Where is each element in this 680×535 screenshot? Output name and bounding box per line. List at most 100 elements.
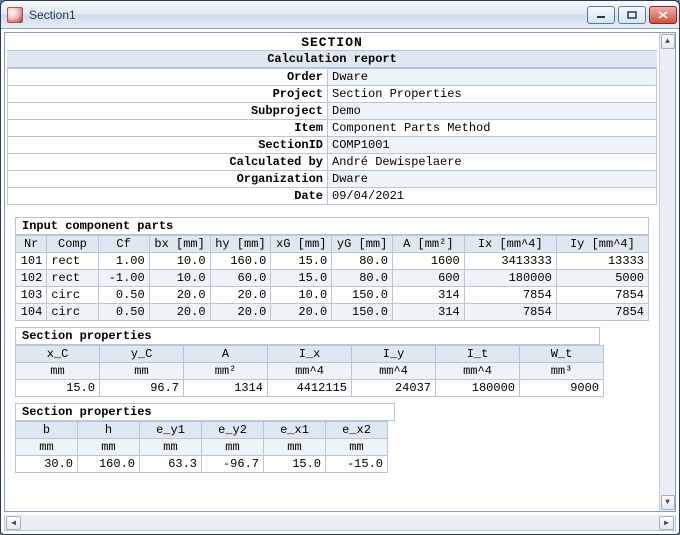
column-header: Ix [mm^4] (464, 236, 556, 253)
cell: mm (16, 439, 78, 456)
meta-label: Project (8, 86, 328, 103)
maximize-button[interactable] (618, 6, 646, 24)
cell: 180000 (436, 380, 520, 397)
cell: 180000 (464, 270, 556, 287)
cell: mm (326, 439, 388, 456)
cell: mm (16, 363, 100, 380)
vertical-scrollbar[interactable]: ▲ ▼ (659, 33, 675, 511)
horizontal-scrollbar[interactable]: ◀ ▶ (4, 515, 676, 531)
column-header: Comp (47, 236, 98, 253)
cell: 15.0 (264, 456, 326, 473)
cell: 1600 (393, 253, 465, 270)
cell: mm^4 (268, 363, 352, 380)
column-header: Cf (98, 236, 149, 253)
cell: mm² (184, 363, 268, 380)
cell: 0.50 (98, 304, 149, 321)
meta-value: Component Parts Method (328, 120, 657, 137)
cell: 10.0 (149, 270, 210, 287)
cell: 0.50 (98, 287, 149, 304)
meta-label: Date (8, 188, 328, 205)
scroll-up-button[interactable]: ▲ (661, 34, 675, 49)
cell: 9000 (520, 380, 604, 397)
cell: 96.7 (100, 380, 184, 397)
close-button[interactable] (649, 6, 677, 24)
column-header: A (184, 346, 268, 363)
cell: 15.0 (271, 253, 332, 270)
column-header: A [mm²] (393, 236, 465, 253)
cell: mm (100, 363, 184, 380)
meta-value: Dware (328, 171, 657, 188)
props2-title: Section properties (15, 403, 395, 421)
cell: 4412115 (268, 380, 352, 397)
cell: rect (47, 270, 98, 287)
titlebar[interactable]: Section1 (1, 1, 679, 29)
cell: mm (78, 439, 140, 456)
meta-label: Organization (8, 171, 328, 188)
meta-row: OrderDware (8, 69, 657, 86)
meta-value: André Dewispelaere (328, 154, 657, 171)
column-header: e_y2 (202, 422, 264, 439)
cell: 80.0 (332, 253, 393, 270)
cell: 7854 (556, 304, 648, 321)
column-header: e_x1 (264, 422, 326, 439)
table-row: 101rect1.0010.0160.015.080.0160034133331… (16, 253, 649, 270)
cell: 104 (16, 304, 47, 321)
meta-value: Demo (328, 103, 657, 120)
column-header: yG [mm] (332, 236, 393, 253)
cell: 5000 (556, 270, 648, 287)
column-header: xG [mm] (271, 236, 332, 253)
cell: 20.0 (271, 304, 332, 321)
cell: mm (140, 439, 202, 456)
cell: rect (47, 253, 98, 270)
column-header: b (16, 422, 78, 439)
meta-row: Date09/04/2021 (8, 188, 657, 205)
cell: 1314 (184, 380, 268, 397)
maximize-icon (627, 11, 637, 19)
meta-value: COMP1001 (328, 137, 657, 154)
table-row: 102rect-1.0010.060.015.080.0600180000500… (16, 270, 649, 287)
column-header: x_C (16, 346, 100, 363)
cell: 7854 (464, 304, 556, 321)
meta-row: ItemComponent Parts Method (8, 120, 657, 137)
cell: circ (47, 304, 98, 321)
cell: 150.0 (332, 287, 393, 304)
meta-row: Calculated byAndré Dewispelaere (8, 154, 657, 171)
cell: 160.0 (210, 253, 271, 270)
cell: 7854 (464, 287, 556, 304)
cell: 160.0 (78, 456, 140, 473)
report-heading: SECTION (7, 33, 657, 50)
cell: circ (47, 287, 98, 304)
cell: 30.0 (16, 456, 78, 473)
column-header: I_y (352, 346, 436, 363)
meta-label: Subproject (8, 103, 328, 120)
minimize-button[interactable] (587, 6, 615, 24)
parts-table: NrCompCfbx [mm]hy [mm]xG [mm]yG [mm]A [m… (15, 235, 649, 321)
cell: -1.00 (98, 270, 149, 287)
meta-label: Item (8, 120, 328, 137)
meta-row: SubprojectDemo (8, 103, 657, 120)
window-title: Section1 (29, 8, 587, 22)
minimize-icon (596, 11, 606, 19)
cell: 7854 (556, 287, 648, 304)
cell: 10.0 (271, 287, 332, 304)
column-header: h (78, 422, 140, 439)
cell: 101 (16, 253, 47, 270)
cell: 13333 (556, 253, 648, 270)
cell: 3413333 (464, 253, 556, 270)
meta-value: Section Properties (328, 86, 657, 103)
cell: 1.00 (98, 253, 149, 270)
cell: mm (264, 439, 326, 456)
column-header: e_y1 (140, 422, 202, 439)
meta-table: OrderDwareProjectSection PropertiesSubpr… (7, 68, 657, 205)
meta-row: ProjectSection Properties (8, 86, 657, 103)
table-row: 103circ0.5020.020.010.0150.031478547854 (16, 287, 649, 304)
scroll-down-button[interactable]: ▼ (661, 495, 675, 510)
cell: 20.0 (149, 304, 210, 321)
meta-value: 09/04/2021 (328, 188, 657, 205)
cell: 15.0 (16, 380, 100, 397)
client-area: SECTION Calculation report OrderDwarePro… (4, 32, 676, 512)
scroll-right-button[interactable]: ▶ (659, 516, 674, 530)
scroll-left-button[interactable]: ◀ (6, 516, 21, 530)
cell: 102 (16, 270, 47, 287)
meta-value: Dware (328, 69, 657, 86)
